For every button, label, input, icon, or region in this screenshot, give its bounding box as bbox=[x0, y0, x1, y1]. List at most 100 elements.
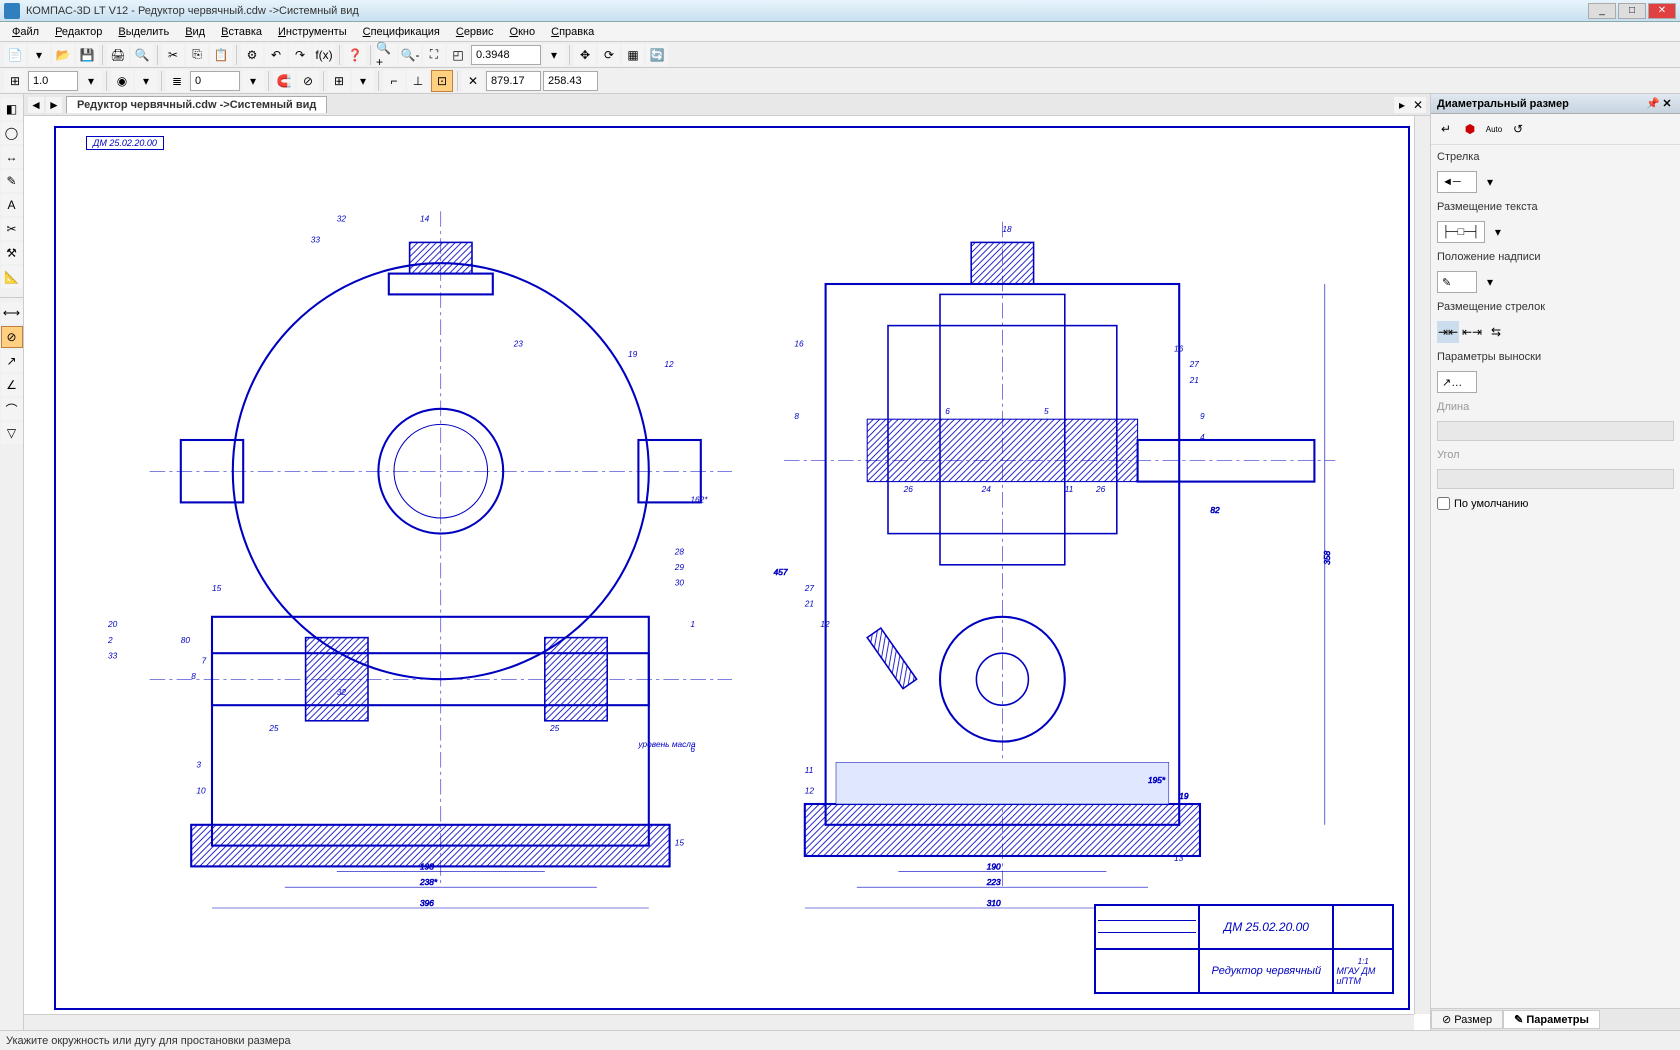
refresh-button[interactable]: 🔄 bbox=[646, 44, 668, 66]
help-button[interactable]: ❓ bbox=[344, 44, 366, 66]
arrow-style-combo[interactable]: ◄─ bbox=[1437, 171, 1477, 193]
text-placement-combo[interactable]: ├─□─┤ bbox=[1437, 221, 1485, 243]
svg-text:310: 310 bbox=[987, 898, 1001, 908]
maximize-button[interactable]: □ bbox=[1618, 3, 1646, 19]
zoom-in-button[interactable]: 🔍+ bbox=[375, 44, 397, 66]
text-placement-label: Размещение текста bbox=[1437, 201, 1674, 213]
arrows-inside-button[interactable]: ⇥⇤ bbox=[1437, 321, 1459, 343]
menu-file[interactable]: Файл bbox=[4, 24, 47, 40]
notation-panel-icon[interactable]: ✎ bbox=[1, 170, 23, 192]
cut-button[interactable]: ✂ bbox=[162, 44, 184, 66]
tab-prev-button[interactable]: ◄ bbox=[28, 97, 44, 113]
round-button[interactable]: ⊡ bbox=[431, 70, 453, 92]
undo-button[interactable]: ↶ bbox=[265, 44, 287, 66]
horizontal-scrollbar[interactable] bbox=[24, 1014, 1414, 1030]
param-panel-icon[interactable]: ⚒ bbox=[1, 242, 23, 264]
text-placement-dropdown[interactable]: ▾ bbox=[1487, 221, 1509, 243]
menu-help[interactable]: Справка bbox=[543, 24, 602, 40]
text-panel-icon[interactable]: A bbox=[1, 194, 23, 216]
paste-button[interactable]: 📋 bbox=[210, 44, 232, 66]
reset-button[interactable]: ↺ bbox=[1507, 118, 1529, 140]
document-tab-active[interactable]: Редуктор червячный.cdw ->Системный вид bbox=[66, 96, 327, 113]
grid-button[interactable]: ⊞ bbox=[328, 70, 350, 92]
zoom-fit-button[interactable]: ⛶ bbox=[423, 44, 445, 66]
snap-magnet-button[interactable]: 🧲 bbox=[273, 70, 295, 92]
height-dim-icon[interactable]: ▽ bbox=[1, 422, 23, 444]
preview-button[interactable]: 🔍 bbox=[131, 44, 153, 66]
angular-dim-icon[interactable]: ∠ bbox=[1, 374, 23, 396]
svg-text:396: 396 bbox=[420, 898, 434, 908]
snap-off-button[interactable]: ⊘ bbox=[297, 70, 319, 92]
step-input[interactable] bbox=[28, 71, 78, 91]
print-button[interactable]: 🖨 bbox=[107, 44, 129, 66]
open-button[interactable]: 📂 bbox=[52, 44, 74, 66]
pan-button[interactable]: ✥ bbox=[574, 44, 596, 66]
edit-panel-icon[interactable]: ✂ bbox=[1, 218, 23, 240]
redraw-button[interactable]: ⟳ bbox=[598, 44, 620, 66]
redo-button[interactable]: ↷ bbox=[289, 44, 311, 66]
default-checkbox[interactable] bbox=[1437, 497, 1450, 510]
label-position-combo[interactable]: ✎ bbox=[1437, 271, 1477, 293]
label-position-dropdown[interactable]: ▾ bbox=[1479, 271, 1501, 293]
tab-list-button[interactable]: ▸ bbox=[1394, 97, 1410, 113]
props-button[interactable]: ⚙ bbox=[241, 44, 263, 66]
tab-next-button[interactable]: ► bbox=[46, 97, 62, 113]
panel-pin-icon[interactable]: 📌 bbox=[1646, 97, 1660, 110]
state-dropdown[interactable]: ▾ bbox=[135, 70, 157, 92]
radial-dim-icon[interactable]: ↗ bbox=[1, 350, 23, 372]
grid-dropdown[interactable]: ▾ bbox=[352, 70, 374, 92]
geom-panel-icon[interactable]: ◯ bbox=[1, 122, 23, 144]
menu-edit[interactable]: Редактор bbox=[47, 24, 110, 40]
auto-button[interactable]: Auto bbox=[1483, 118, 1505, 140]
zoom-dropdown[interactable]: ▾ bbox=[543, 44, 565, 66]
step-icon[interactable]: ⊞ bbox=[4, 70, 26, 92]
zoom-value-input[interactable] bbox=[471, 45, 541, 65]
diameter-dim-icon[interactable]: ⊘ bbox=[1, 326, 23, 348]
layers-icon[interactable]: ≣ bbox=[166, 70, 188, 92]
menu-view[interactable]: Вид bbox=[177, 24, 213, 40]
arrow-dropdown[interactable]: ▾ bbox=[1479, 171, 1501, 193]
minimize-button[interactable]: _ bbox=[1588, 3, 1616, 19]
coord-y-input[interactable] bbox=[543, 71, 598, 91]
panel-close-icon[interactable]: ✕ bbox=[1660, 97, 1674, 110]
measure-panel-icon[interactable]: 📐 bbox=[1, 266, 23, 288]
layer-dropdown[interactable]: ▾ bbox=[242, 70, 264, 92]
ortho-button[interactable]: ⌐ bbox=[383, 70, 405, 92]
arrows-auto-button[interactable]: ⇆ bbox=[1485, 321, 1507, 343]
menu-spec[interactable]: Спецификация bbox=[355, 24, 448, 40]
new-dropdown[interactable]: ▾ bbox=[28, 44, 50, 66]
compact-panel-icon[interactable]: ◧ bbox=[1, 98, 23, 120]
zoom-out-button[interactable]: 🔍- bbox=[399, 44, 421, 66]
canvas-viewport[interactable]: ДМ 25.02.20.00 bbox=[24, 116, 1430, 1030]
default-checkbox-row[interactable]: По умолчанию bbox=[1437, 497, 1674, 510]
stop-button[interactable]: ⬢ bbox=[1459, 118, 1481, 140]
linear-dim-icon[interactable]: ⟷ bbox=[1, 302, 23, 324]
menu-select[interactable]: Выделить bbox=[110, 24, 177, 40]
fx-button[interactable]: f(x) bbox=[313, 44, 335, 66]
menu-window[interactable]: Окно bbox=[502, 24, 544, 40]
tab-close-button[interactable]: ✕ bbox=[1410, 97, 1426, 113]
perp-button[interactable]: ⊥ bbox=[407, 70, 429, 92]
close-button[interactable]: ✕ bbox=[1648, 3, 1676, 19]
vertical-scrollbar[interactable] bbox=[1414, 116, 1430, 1014]
coord-x-input[interactable] bbox=[486, 71, 541, 91]
leader-params-combo[interactable]: ↗… bbox=[1437, 371, 1477, 393]
tab-size[interactable]: ⊘ Размер bbox=[1431, 1010, 1503, 1029]
tab-params[interactable]: ✎ Параметры bbox=[1503, 1010, 1600, 1029]
menu-insert[interactable]: Вставка bbox=[213, 24, 270, 40]
svg-text:238*: 238* bbox=[419, 877, 438, 887]
copy-button[interactable]: ⎘ bbox=[186, 44, 208, 66]
step-dropdown[interactable]: ▾ bbox=[80, 70, 102, 92]
zoom-window-button[interactable]: ◰ bbox=[447, 44, 469, 66]
menu-service[interactable]: Сервис bbox=[448, 24, 502, 40]
save-button[interactable]: 💾 bbox=[76, 44, 98, 66]
apply-button[interactable]: ↵ bbox=[1435, 118, 1457, 140]
dim-panel-icon[interactable]: ↔ bbox=[1, 146, 23, 168]
state-button[interactable]: ◉ bbox=[111, 70, 133, 92]
views-button[interactable]: ▦ bbox=[622, 44, 644, 66]
arc-dim-icon[interactable]: ⌒ bbox=[1, 398, 23, 420]
new-button[interactable]: 📄 bbox=[4, 44, 26, 66]
layer-input[interactable] bbox=[190, 71, 240, 91]
arrows-outside-button[interactable]: ⇤⇥ bbox=[1461, 321, 1483, 343]
menu-tools[interactable]: Инструменты bbox=[270, 24, 355, 40]
